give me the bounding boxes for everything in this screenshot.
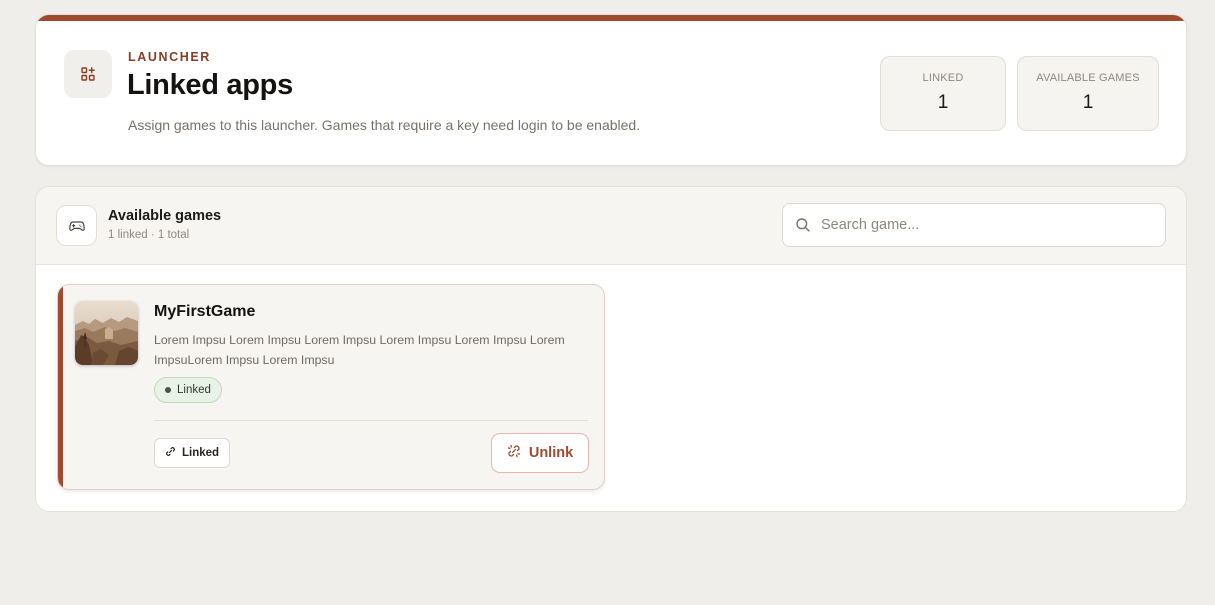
stat-linked-value: 1 [937, 92, 949, 113]
games-panel-summary: 1 linked · 1 total [108, 229, 190, 241]
game-card[interactable]: MyFirstGame Lorem Impsu Lorem Impsu Lore… [57, 284, 605, 490]
available-games-panel: Available games 1 linked · 1 total Searc… [35, 186, 1187, 512]
games-panel-header: Available games 1 linked · 1 total [36, 187, 1186, 265]
linked-button-label: Linked [182, 447, 220, 459]
game-title: MyFirstGame [154, 303, 256, 320]
apps-add-icon [64, 50, 112, 98]
launcher-header-card: LAUNCHER Linked apps Assign games to thi… [35, 14, 1187, 166]
status-badge-label: Linked [177, 384, 211, 396]
unlink-icon [507, 444, 521, 462]
stat-available-games: AVAILABLE GAMES 1 [1017, 56, 1159, 131]
link-icon [165, 446, 176, 460]
page-subtitle: Assign games to this launcher. Games tha… [128, 117, 641, 133]
stat-available-value: 1 [1082, 92, 1094, 113]
eyebrow-label: LAUNCHER [128, 50, 211, 64]
games-panel-title: Available games [108, 208, 222, 224]
unlink-button-label: Unlink [528, 445, 574, 461]
stat-linked: LINKED 1 [880, 56, 1006, 131]
accent-bar [36, 15, 1186, 21]
status-badge: Linked [154, 377, 222, 403]
divider [154, 420, 588, 421]
status-dot-icon [165, 387, 171, 393]
linked-button[interactable]: Linked [154, 438, 231, 468]
gamepad-icon [56, 205, 97, 246]
linked-accent-bar [58, 285, 63, 489]
game-thumbnail [75, 301, 138, 365]
stat-available-label: AVAILABLE GAMES [1036, 72, 1140, 84]
search-box [782, 203, 1166, 247]
page-title: Linked apps [127, 69, 293, 101]
unlink-button[interactable]: Unlink [491, 433, 589, 473]
search-icon [795, 217, 811, 238]
game-description: Lorem Impsu Lorem Impsu Lorem Impsu Lore… [154, 333, 565, 367]
stat-linked-label: LINKED [922, 72, 964, 84]
search-input[interactable] [821, 204, 1151, 246]
